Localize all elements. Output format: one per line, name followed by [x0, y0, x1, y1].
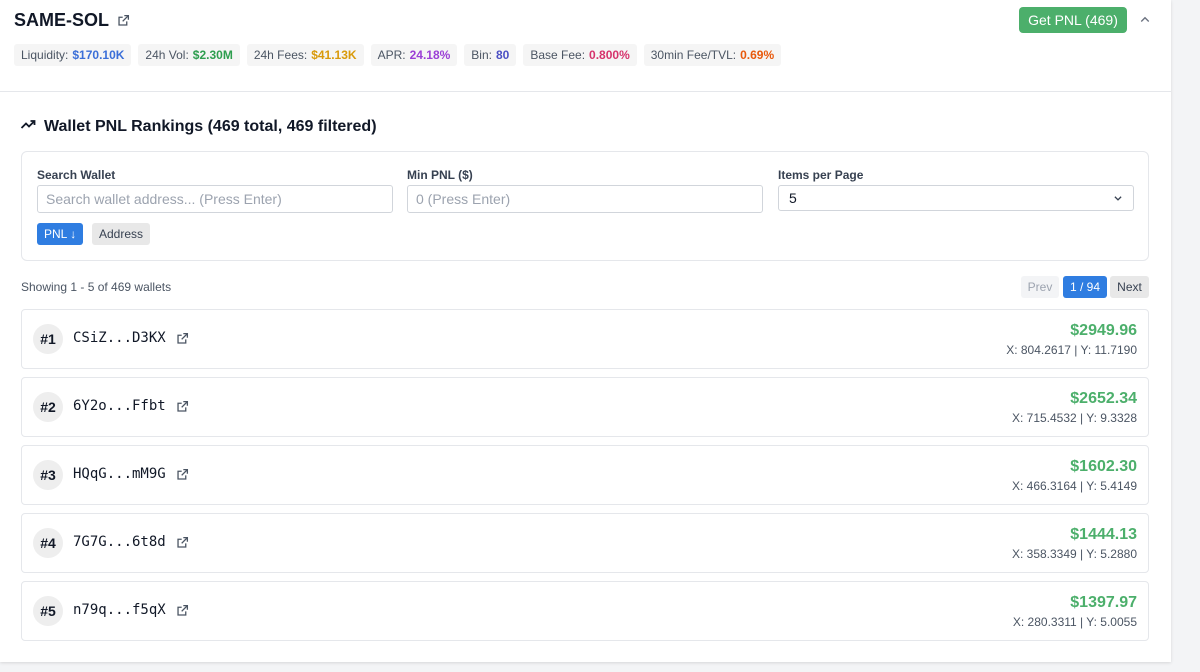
prev-page-button[interactable]: Prev — [1021, 276, 1059, 298]
get-pnl-button[interactable]: Get PNL (469) — [1019, 7, 1127, 33]
stat-chip: Base Fee: 0.800% — [523, 44, 637, 66]
pair-title: SAME-SOL — [14, 10, 130, 31]
stat-value: $170.10K — [72, 48, 125, 62]
stat-label: 24h Fees: — [253, 48, 308, 62]
wallet-pnl: $2949.96 — [1070, 322, 1137, 339]
min-pnl-input[interactable] — [407, 185, 763, 213]
stat-value: 0.800% — [589, 48, 630, 62]
min-pnl-label: Min PNL ($) — [407, 168, 473, 182]
wallet-address: 7G7G...6t8d — [73, 534, 166, 550]
pair-name: SAME-SOL — [14, 10, 110, 30]
wallet-xy: X: 466.3164 | Y: 5.4149 — [1011, 479, 1137, 493]
items-per-page-label: Items per Page — [778, 168, 864, 182]
pool-panel: SAME-SOL Get PNL (469) Liquidity: $170.10… — [0, 0, 1171, 662]
wallet-rank: #1 — [33, 324, 63, 354]
wallet-address: 6Y2o...Ffbt — [73, 398, 166, 414]
wallet-rank: #2 — [33, 392, 63, 422]
sort-address-button[interactable]: Address — [92, 223, 151, 245]
items-per-page-value: 5 — [789, 190, 797, 206]
stat-label: Liquidity: — [21, 48, 69, 62]
wallet-address: HQqG...mM9G — [73, 466, 166, 482]
external-link-icon[interactable] — [176, 604, 189, 617]
showing-count: Showing 1 - 5 of 469 wallets — [21, 280, 172, 294]
pair-header: SAME-SOL Get PNL (469) Liquidity: $170.10… — [0, 0, 1171, 92]
stat-label: APR: — [377, 48, 406, 62]
wallet-pnl: $1397.97 — [1070, 594, 1137, 611]
stat-label: 24h Vol: — [145, 48, 189, 62]
wallet-rank: #4 — [33, 528, 63, 558]
wallet-address-group: n79q...f5qX — [73, 602, 189, 618]
search-wallet-label: Search Wallet — [37, 168, 116, 182]
stat-chip: 30min Fee/TVL: 0.69% — [643, 44, 782, 66]
stat-value: $2.30M — [192, 48, 233, 62]
wallet-rank: #3 — [33, 460, 63, 490]
wallet-pnl: $1444.13 — [1070, 526, 1137, 543]
stat-label: Bin: — [471, 48, 492, 62]
wallet-row[interactable]: #1 CSiZ...D3KX $2949.96 X: 804.2617 | Y:… — [21, 309, 1149, 369]
filters-card: Search Wallet Min PNL ($) Items per Page… — [21, 151, 1149, 261]
chevron-up-icon[interactable] — [1137, 12, 1153, 28]
rankings-heading: Wallet PNL Rankings (469 total, 469 filt… — [20, 116, 377, 137]
external-link-icon[interactable] — [176, 332, 189, 345]
wallet-row[interactable]: #5 n79q...f5qX $1397.97 X: 280.3311 | Y:… — [21, 581, 1149, 641]
items-per-page-select[interactable]: 5 — [778, 185, 1134, 211]
stat-chip: 24h Fees: $41.13K — [246, 44, 364, 66]
page-indicator[interactable]: 1 / 94 — [1063, 276, 1107, 298]
trending-up-icon — [20, 116, 36, 137]
stat-chip: Bin: 80 — [464, 44, 517, 66]
external-link-icon[interactable] — [176, 536, 189, 549]
external-link-icon[interactable] — [117, 14, 130, 27]
stat-value: 0.69% — [740, 48, 775, 62]
stat-label: 30min Fee/TVL: — [650, 48, 737, 62]
stat-chip: APR: 24.18% — [370, 44, 458, 66]
wallet-address: CSiZ...D3KX — [73, 330, 166, 346]
external-link-icon[interactable] — [176, 400, 189, 413]
wallet-pnl: $2652.34 — [1070, 390, 1137, 407]
wallet-address-group: CSiZ...D3KX — [73, 330, 189, 346]
wallet-row[interactable]: #2 6Y2o...Ffbt $2652.34 X: 715.4532 | Y:… — [21, 377, 1149, 437]
wallet-address-group: 6Y2o...Ffbt — [73, 398, 189, 414]
wallet-address-group: 7G7G...6t8d — [73, 534, 189, 550]
wallet-xy: X: 280.3311 | Y: 5.0055 — [1012, 615, 1137, 629]
stat-chip: Liquidity: $170.10K — [14, 44, 132, 66]
sort-pnl-button[interactable]: PNL ↓ — [37, 223, 84, 245]
wallet-address-group: HQqG...mM9G — [73, 466, 189, 482]
stat-value: 24.18% — [409, 48, 451, 62]
wallet-address: n79q...f5qX — [73, 602, 166, 618]
next-page-button[interactable]: Next — [1110, 276, 1149, 298]
rankings-title: Wallet PNL Rankings (469 total, 469 filt… — [44, 117, 377, 135]
wallet-xy: X: 715.4532 | Y: 9.3328 — [1011, 411, 1137, 425]
chevron-down-icon — [1113, 190, 1123, 206]
wallet-xy: X: 358.3349 | Y: 5.2880 — [1011, 547, 1137, 561]
external-link-icon[interactable] — [176, 468, 189, 481]
wallet-rank: #5 — [33, 596, 63, 626]
wallet-row[interactable]: #4 7G7G...6t8d $1444.13 X: 358.3349 | Y:… — [21, 513, 1149, 573]
stat-chip: 24h Vol: $2.30M — [138, 44, 240, 66]
stat-value: 80 — [495, 48, 510, 62]
wallet-pnl: $1602.30 — [1070, 458, 1137, 475]
wallet-row[interactable]: #3 HQqG...mM9G $1602.30 X: 466.3164 | Y:… — [21, 445, 1149, 505]
pool-stats: Liquidity: $170.10K 24h Vol: $2.30M 24h Fees… — [14, 44, 782, 66]
search-wallet-input[interactable] — [37, 185, 393, 213]
stat-label: Base Fee: — [530, 48, 586, 62]
wallet-xy: X: 804.2617 | Y: 11.7190 — [1006, 343, 1137, 357]
stat-value: $41.13K — [311, 48, 357, 62]
